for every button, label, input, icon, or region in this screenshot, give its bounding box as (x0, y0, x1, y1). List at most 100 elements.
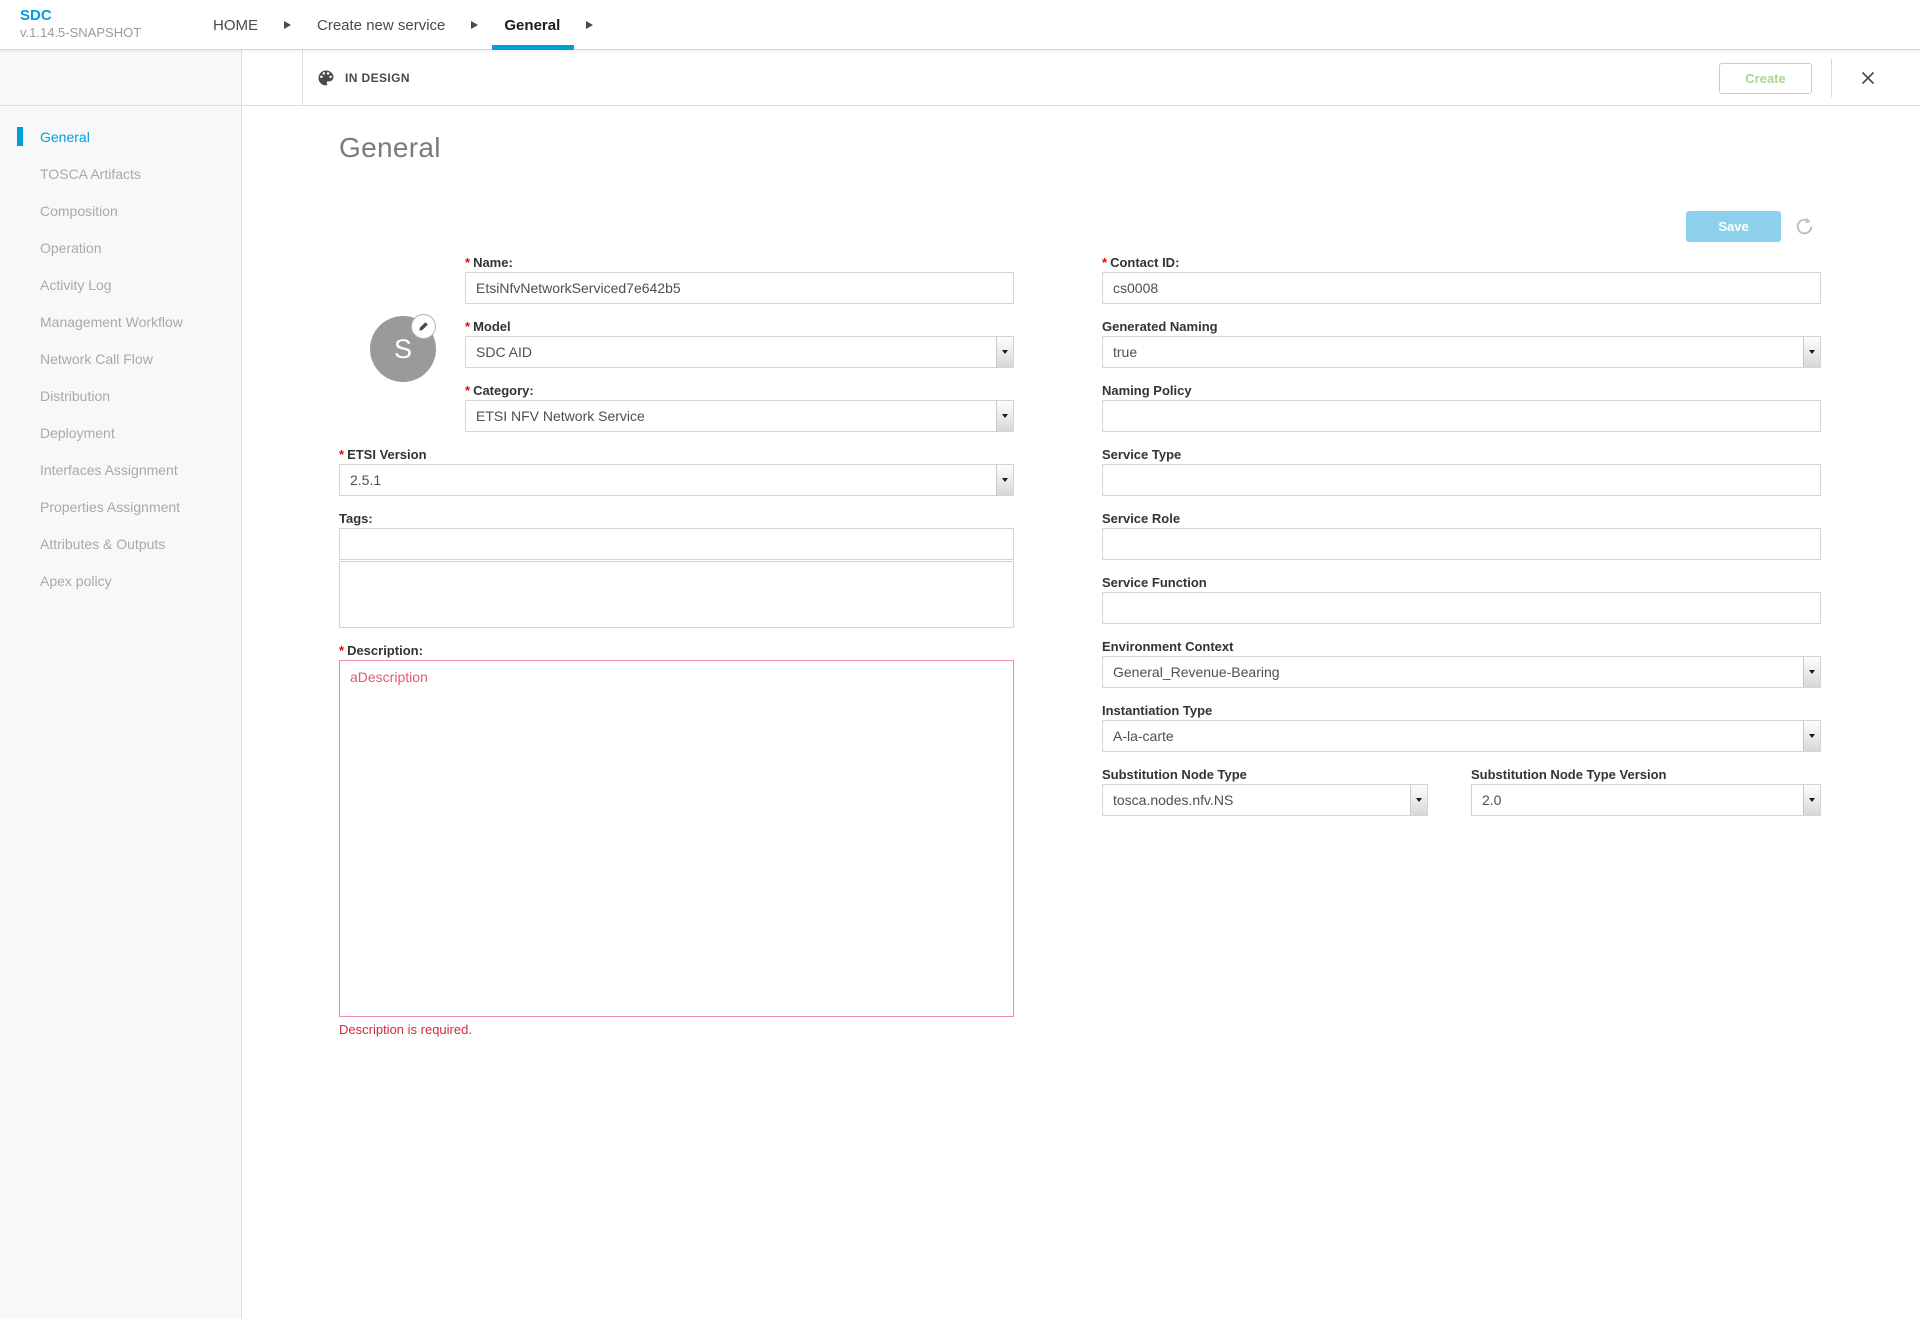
service-type-label: Service Type (1102, 446, 1821, 463)
field-generated-naming: Generated Namingtrue (1102, 318, 1821, 368)
service-type-input[interactable] (1102, 464, 1821, 496)
body-row: GeneralTOSCA ArtifactsCompositionOperati… (0, 50, 1920, 1319)
sidebar-item-management-workflow[interactable]: Management Workflow (0, 303, 241, 340)
form-right-column: *Contact ID: Generated Namingtrue Naming P… (1102, 254, 1821, 816)
sidebar-item-operation[interactable]: Operation (0, 229, 241, 266)
field-etsi-version: *ETSI Version2.5.1 (339, 446, 1014, 496)
breadcrumb-item-home[interactable]: HOME (213, 0, 258, 50)
page-title: General (339, 132, 441, 164)
create-button[interactable]: Create (1719, 63, 1812, 94)
close-button[interactable] (1856, 66, 1880, 90)
sidebar-item-properties-assignment[interactable]: Properties Assignment (0, 488, 241, 525)
substitution-row: Substitution Node Type tosca.nodes.nfv.NS… (1102, 766, 1821, 816)
substitution-node-type-version-label: Substitution Node Type Version (1471, 766, 1821, 783)
required-asterisk: * (339, 447, 344, 462)
instantiation-type-select[interactable]: A-la-carte (1102, 720, 1821, 752)
substitution-node-type-version-select[interactable]: 2.0 (1471, 784, 1821, 816)
field-naming-policy: Naming Policy (1102, 382, 1821, 432)
name-input[interactable] (465, 272, 1014, 304)
etsi-version-select[interactable]: 2.5.1 (339, 464, 1014, 496)
dropdown-arrow-icon[interactable] (1410, 785, 1427, 815)
revert-button[interactable] (1794, 216, 1815, 237)
sidebar: GeneralTOSCA ArtifactsCompositionOperati… (0, 50, 242, 1319)
sidebar-item-general[interactable]: General (0, 118, 241, 155)
sidebar-item-deployment[interactable]: Deployment (0, 414, 241, 451)
form-left-column: S *Name:*ModelSDC AID*Category:ETSI NFV … (339, 254, 1014, 1051)
save-button[interactable]: Save (1686, 211, 1781, 242)
environment-context-label: Environment Context (1102, 638, 1821, 655)
field-substitution-node-type: Substitution Node Type tosca.nodes.nfv.NS (1102, 766, 1428, 816)
substitution-node-type-version-value: 2.0 (1482, 792, 1501, 808)
dropdown-arrow-icon[interactable] (996, 401, 1013, 431)
instantiation-type-value: A-la-carte (1113, 728, 1174, 744)
statusbar-divider (302, 50, 303, 105)
lifecycle-status: IN DESIGN (316, 50, 410, 106)
field-substitution-node-type-version: Substitution Node Type Version 2.0 (1471, 766, 1821, 816)
generated-naming-label: Generated Naming (1102, 318, 1821, 335)
dropdown-arrow-icon[interactable] (1803, 657, 1820, 687)
edit-avatar-button[interactable] (411, 314, 436, 339)
tags-list-area (339, 561, 1014, 628)
service-avatar: S (370, 316, 436, 382)
required-asterisk: * (465, 255, 470, 270)
substitution-node-type-value: tosca.nodes.nfv.NS (1113, 792, 1233, 808)
etsi-version-label: *ETSI Version (339, 446, 1014, 463)
breadcrumb-item-create-new-service[interactable]: Create new service (317, 0, 445, 50)
category-label: *Category: (465, 382, 1014, 399)
description-error-text: Description is required. (339, 1022, 1014, 1037)
status-label: IN DESIGN (345, 71, 410, 85)
category-select[interactable]: ETSI NFV Network Service (465, 400, 1014, 432)
environment-context-value: General_Revenue-Bearing (1113, 664, 1280, 680)
naming-policy-label: Naming Policy (1102, 382, 1821, 399)
save-row: Save (1686, 211, 1815, 242)
app-version: v.1.14.5-SNAPSHOT (20, 25, 141, 40)
generated-naming-select[interactable]: true (1102, 336, 1821, 368)
substitution-node-type-label: Substitution Node Type (1102, 766, 1428, 783)
sidebar-item-activity-log[interactable]: Activity Log (0, 266, 241, 303)
tags-input[interactable] (339, 528, 1014, 560)
sidebar-item-network-call-flow[interactable]: Network Call Flow (0, 340, 241, 377)
sidebar-item-tosca-artifacts[interactable]: TOSCA Artifacts (0, 155, 241, 192)
dropdown-arrow-icon[interactable] (996, 337, 1013, 367)
dropdown-arrow-icon[interactable] (1803, 785, 1820, 815)
breadcrumb-caret-icon (284, 21, 291, 29)
instantiation-type-label: Instantiation Type (1102, 702, 1821, 719)
sidebar-item-attributes-outputs[interactable]: Attributes & Outputs (0, 525, 241, 562)
breadcrumb: HOME Create new service General (213, 0, 593, 50)
service-role-input[interactable] (1102, 528, 1821, 560)
avatar-letter: S (394, 334, 412, 365)
model-value: SDC AID (476, 344, 532, 360)
name-label: *Name: (465, 254, 1014, 271)
sidebar-item-interfaces-assignment[interactable]: Interfaces Assignment (0, 451, 241, 488)
field-service-role: Service Role (1102, 510, 1821, 560)
app-logo[interactable]: SDC v.1.14.5-SNAPSHOT (20, 7, 141, 40)
sidebar-item-composition[interactable]: Composition (0, 192, 241, 229)
dropdown-arrow-icon[interactable] (1803, 337, 1820, 367)
service-function-input[interactable] (1102, 592, 1821, 624)
breadcrumb-caret-icon (471, 21, 478, 29)
field-service-type: Service Type (1102, 446, 1821, 496)
description-textarea[interactable] (339, 660, 1014, 1017)
contact-id-input[interactable] (1102, 272, 1821, 304)
field-name: *Name: (465, 254, 1014, 304)
required-asterisk: * (339, 643, 344, 658)
tags-label: Tags: (339, 510, 1014, 527)
naming-policy-input[interactable] (1102, 400, 1821, 432)
substitution-node-type-select[interactable]: tosca.nodes.nfv.NS (1102, 784, 1428, 816)
pencil-icon (418, 321, 429, 332)
dropdown-arrow-icon[interactable] (1803, 721, 1820, 751)
statusbar-actions: Create (1719, 50, 1880, 106)
field-service-function: Service Function (1102, 574, 1821, 624)
service-role-label: Service Role (1102, 510, 1821, 527)
sidebar-menu: GeneralTOSCA ArtifactsCompositionOperati… (0, 118, 241, 599)
model-select[interactable]: SDC AID (465, 336, 1014, 368)
sidebar-item-apex-policy[interactable]: Apex policy (0, 562, 241, 599)
contact-id-label: *Contact ID: (1102, 254, 1821, 271)
sidebar-item-distribution[interactable]: Distribution (0, 377, 241, 414)
environment-context-select[interactable]: General_Revenue-Bearing (1102, 656, 1821, 688)
dropdown-arrow-icon[interactable] (996, 465, 1013, 495)
redo-icon (1794, 216, 1815, 237)
breadcrumb-caret-icon (586, 21, 593, 29)
breadcrumb-item-general[interactable]: General (504, 0, 560, 50)
required-asterisk: * (465, 319, 470, 334)
